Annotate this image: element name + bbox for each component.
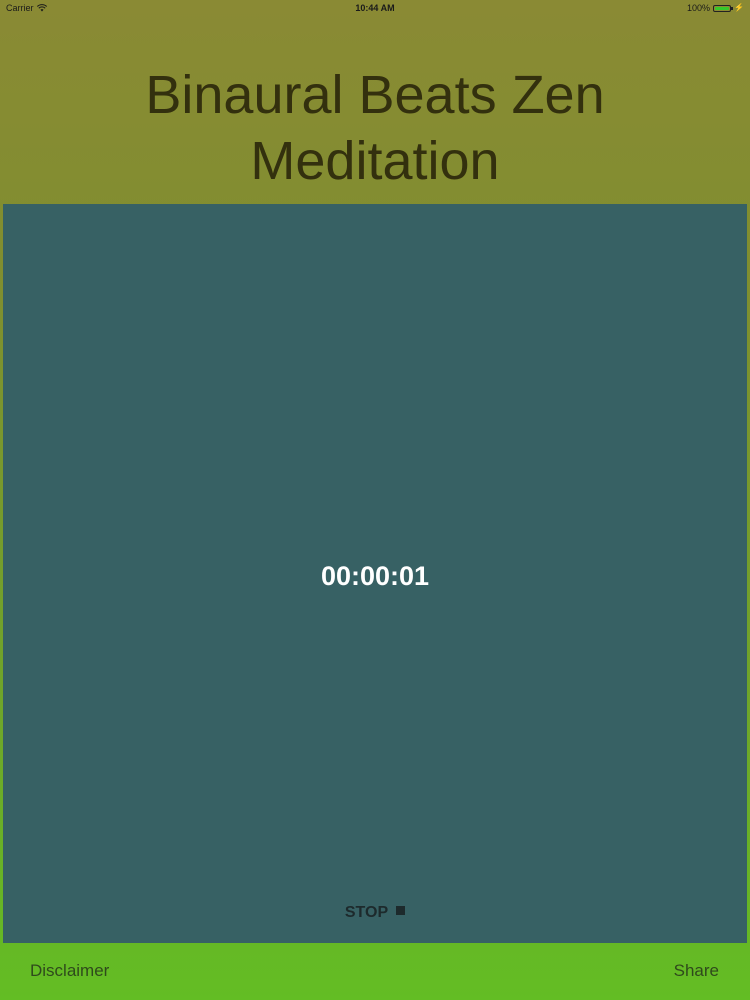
disclaimer-button[interactable]: Disclaimer (30, 961, 109, 981)
status-right: 100% ⚡ (687, 3, 744, 13)
battery-percent: 100% (687, 3, 711, 13)
battery-fill (715, 6, 730, 10)
footer-bar: Disclaimer Share (0, 943, 750, 1000)
battery-tip (731, 6, 734, 10)
charging-icon: ⚡ (734, 3, 744, 12)
status-bar: Carrier 10:44 AM 100% ⚡ (0, 0, 750, 16)
title-line-1: Binaural Beats Zen (145, 65, 605, 125)
elapsed-timer: 00:00:01 (320, 561, 430, 591)
stop-button[interactable]: STOP (3, 904, 747, 922)
page-title: Binaural Beats Zen Meditation (0, 62, 750, 194)
title-line-2: Meditation (250, 131, 500, 191)
share-button[interactable]: Share (674, 961, 719, 981)
stop-icon (396, 906, 406, 915)
battery-icon (713, 4, 734, 12)
status-time: 10:44 AM (355, 3, 395, 13)
stop-label: STOP (344, 904, 389, 921)
timer-panel: 00:00:01 STOP (3, 204, 747, 943)
